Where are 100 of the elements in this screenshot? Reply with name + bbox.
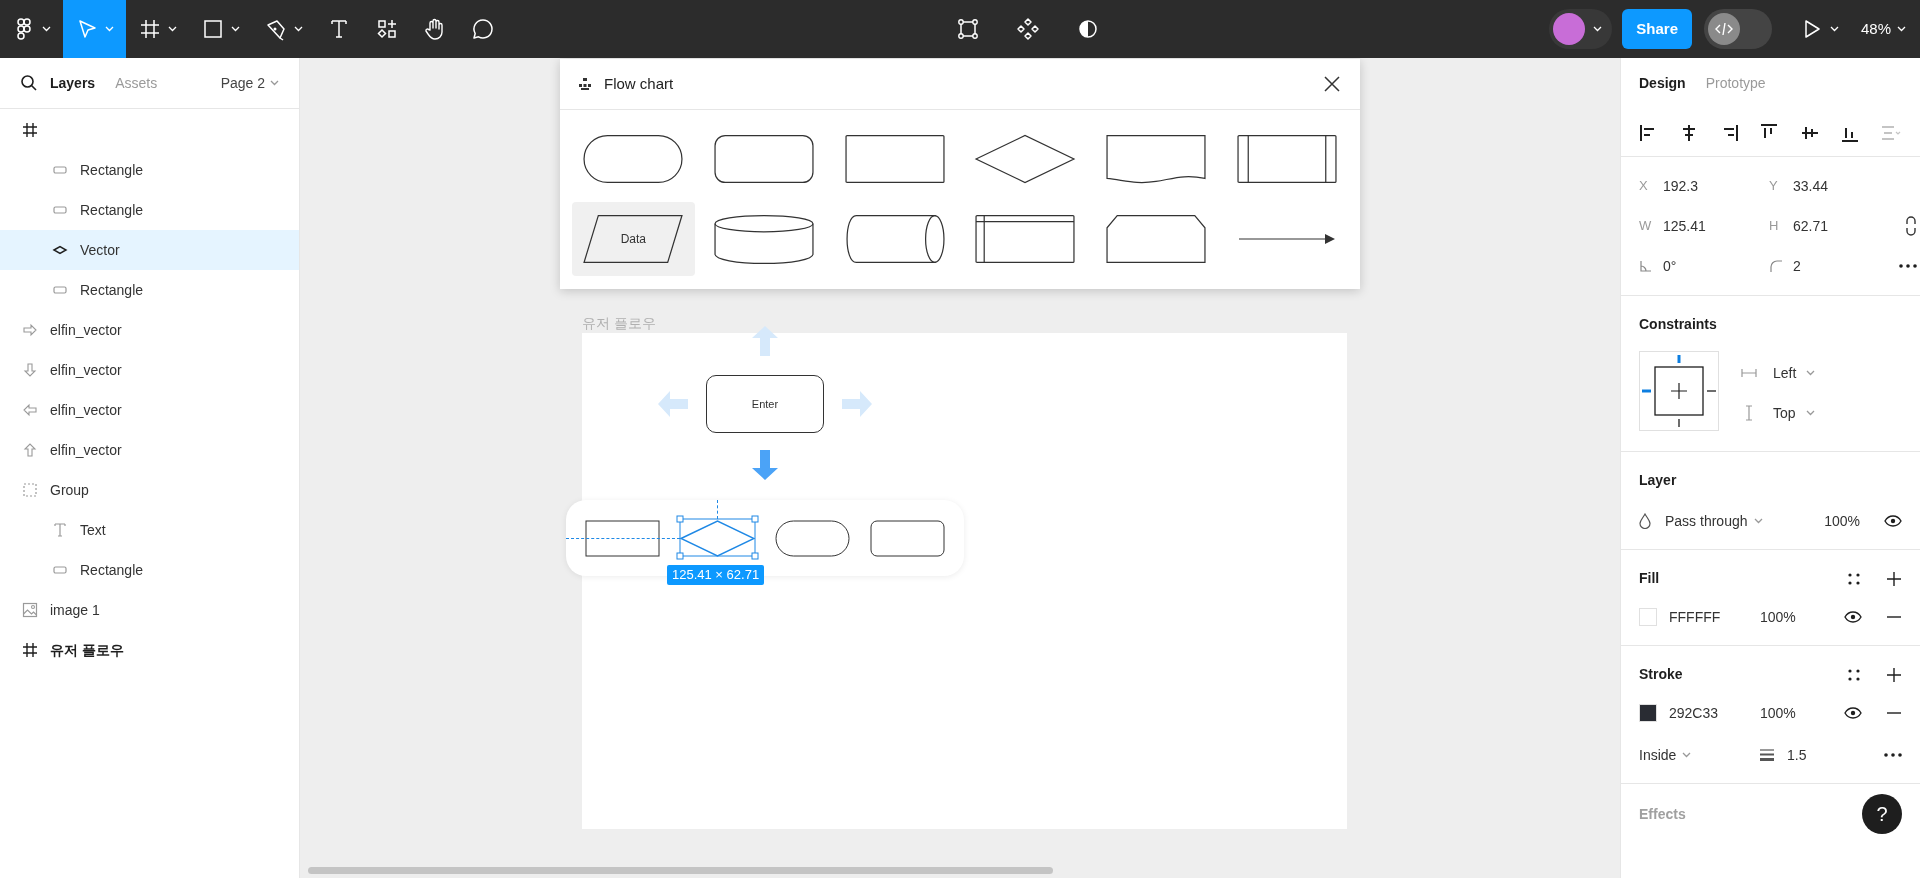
stroke-weight-value[interactable]: 1.5 <box>1787 744 1807 766</box>
process-shape[interactable] <box>585 519 660 557</box>
subroutine-shape-icon <box>1235 133 1338 185</box>
section-title: Effects <box>1639 804 1686 824</box>
guide-line <box>717 500 718 519</box>
pen-icon <box>264 17 288 41</box>
eye-icon[interactable] <box>1844 707 1862 719</box>
caret-icon <box>1682 752 1692 758</box>
number-field[interactable]: W 125.41 <box>1639 211 1769 241</box>
image-icon <box>22 602 38 618</box>
data-shape-option[interactable]: Data <box>572 202 695 276</box>
rounded-shape[interactable] <box>870 519 945 557</box>
opacity-value[interactable]: 100% <box>1760 606 1796 628</box>
opacity-value[interactable]: 100% <box>1824 510 1860 532</box>
rectangle-icon <box>201 17 225 41</box>
eye-icon[interactable] <box>1844 611 1862 623</box>
caret-icon <box>1897 26 1906 32</box>
layer-row[interactable]: elfin_vector <box>0 430 299 470</box>
field-label: X <box>1639 177 1649 196</box>
more-icon <box>1884 753 1902 757</box>
constraints-widget[interactable] <box>1639 351 1719 431</box>
number-field[interactable]: 0° <box>1639 251 1769 281</box>
number-field[interactable]: Y 33.44 <box>1769 171 1899 201</box>
opacity-value[interactable]: 100% <box>1760 702 1796 724</box>
layer-row[interactable]: Group <box>0 470 299 510</box>
help-button[interactable]: ? <box>1862 794 1902 834</box>
cylinder-shape-icon <box>843 213 946 265</box>
layer-row[interactable]: Rectangle <box>0 550 299 590</box>
canvas[interactable]: 유저 플로우 Enter 125.41 × 62.71 Flow chart Data <box>300 58 1620 878</box>
zoom-dropdown[interactable]: 48% <box>1861 17 1906 41</box>
panel-tab[interactable]: Design <box>1639 73 1686 94</box>
layer-name: Rectangle <box>80 200 144 220</box>
number-field[interactable]: H 62.71 <box>1769 211 1899 241</box>
hex-value[interactable]: FFFFFF <box>1669 606 1760 628</box>
layer-name: Rectangle <box>80 280 144 300</box>
loop-limit-shape-icon <box>1105 213 1207 265</box>
arrow-down-icon <box>22 362 38 378</box>
caret-icon <box>1806 370 1816 376</box>
number-field[interactable]: X 192.3 <box>1639 171 1769 201</box>
code-icon <box>1715 22 1733 36</box>
layer-row[interactable]: 유저 플로우 <box>0 630 299 670</box>
decision-shape-icon <box>974 133 1077 185</box>
eye-icon[interactable] <box>1884 515 1902 527</box>
caret-icon <box>294 26 303 32</box>
layer-row[interactable]: elfin_vector <box>0 350 299 390</box>
angle-icon <box>1639 259 1653 273</box>
horizontal-constraint-dropdown[interactable]: Left <box>1741 359 1816 387</box>
stroke-position-dropdown[interactable]: Inside <box>1639 744 1759 766</box>
blend-mode-dropdown[interactable]: Pass through <box>1665 510 1763 532</box>
document-shape-icon <box>1105 133 1207 185</box>
color-swatch[interactable] <box>1639 704 1657 722</box>
minus-icon <box>1886 712 1902 714</box>
more-button[interactable] <box>1899 264 1917 268</box>
layer-name: Rectangle <box>80 160 144 180</box>
color-swatch[interactable] <box>1639 608 1657 626</box>
hex-value[interactable]: 292C33 <box>1669 702 1760 724</box>
terminal-shape[interactable] <box>775 519 850 557</box>
close-button[interactable] <box>1322 74 1342 94</box>
layer-row[interactable]: Rectangle <box>0 150 299 190</box>
layer-row[interactable]: elfin_vector <box>0 390 299 430</box>
layer-row[interactable]: Vector <box>0 230 299 270</box>
layer-row[interactable]: Text <box>0 510 299 550</box>
database-shape-icon <box>713 213 815 265</box>
layer-row[interactable]: image 1 <box>0 590 299 630</box>
terminal-shape-icon <box>582 133 685 185</box>
plus-icon <box>1886 666 1902 683</box>
panel-tab[interactable]: Layers <box>50 72 96 94</box>
edit-object-icon <box>956 17 981 41</box>
frame-icon <box>138 17 162 41</box>
layer-row[interactable]: elfin_vector <box>0 310 299 350</box>
start-node: Enter <box>706 375 824 433</box>
layer-name: Group <box>50 480 89 500</box>
layer-row[interactable]: Rectangle <box>0 190 299 230</box>
dev-mode-toggle[interactable] <box>1704 9 1772 49</box>
caret-icon <box>105 26 114 32</box>
frame-icon <box>22 122 38 138</box>
component-icon <box>1016 17 1041 41</box>
vertical-constraint-dropdown[interactable]: Top <box>1741 399 1816 427</box>
field-label: Y <box>1769 177 1779 196</box>
caret-icon <box>231 26 240 32</box>
avatar-button[interactable] <box>1549 9 1613 49</box>
stroke-weight-icon <box>1759 748 1775 762</box>
number-field[interactable]: 2 <box>1769 251 1899 281</box>
shapes-icon <box>375 17 399 41</box>
section-title: Fill <box>1639 569 1660 588</box>
layer-name: elfin_vector <box>50 400 122 420</box>
arrow-left-icon <box>22 402 38 418</box>
add-button[interactable] <box>1886 666 1902 683</box>
constrain-proportions-button[interactable] <box>1905 216 1917 236</box>
comment-icon <box>471 17 495 41</box>
add-button[interactable] <box>1886 570 1902 587</box>
more-button[interactable] <box>1884 753 1902 757</box>
layer-name: elfin_vector <box>50 360 122 380</box>
page-dropdown[interactable]: Page 2 <box>220 72 279 94</box>
layer-row[interactable]: Rectangle <box>0 270 299 310</box>
play-icon <box>1802 19 1822 39</box>
caret-icon <box>1805 410 1815 416</box>
minus-icon <box>1886 616 1902 618</box>
horizontal-scrollbar[interactable] <box>308 867 1053 874</box>
style-grid-icon <box>1848 572 1860 585</box>
